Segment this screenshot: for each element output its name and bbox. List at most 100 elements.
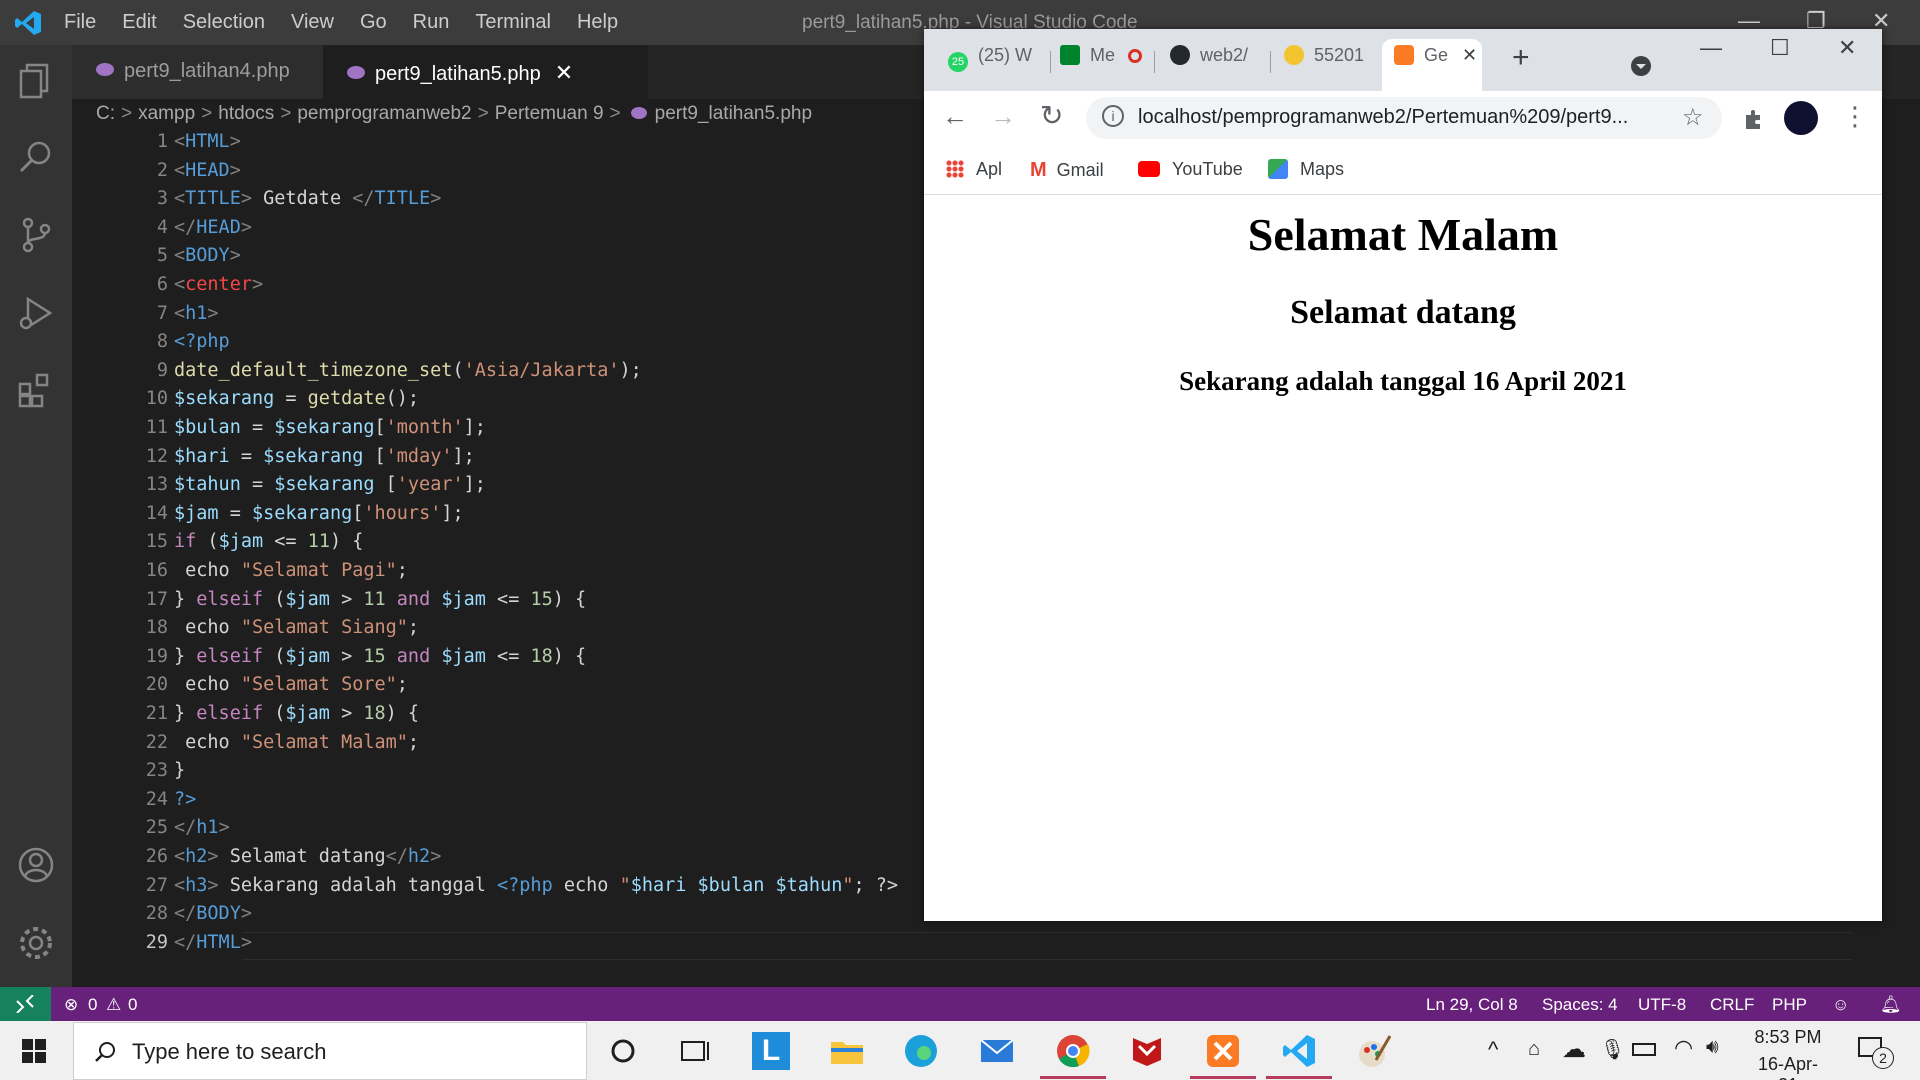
tab-search-icon[interactable]: [1630, 55, 1652, 77]
language-mode[interactable]: PHP: [1772, 995, 1807, 1015]
menu-file[interactable]: File: [64, 11, 96, 34]
breadcrumb-item[interactable]: xampp: [138, 103, 195, 124]
browser-tab-meet[interactable]: Me: [1060, 45, 1143, 77]
php-file-icon: [630, 107, 647, 119]
vscode-taskbar-icon[interactable]: [1280, 1032, 1318, 1070]
line-number: 3: [156, 188, 168, 210]
explorer-icon[interactable]: [16, 60, 56, 100]
cortana-icon[interactable]: [604, 1032, 642, 1070]
menu-view[interactable]: View: [291, 11, 334, 34]
address-bar[interactable]: i localhost/pemprogramanweb2/Pertemuan%2…: [1086, 97, 1722, 139]
line-number: 26: [145, 846, 168, 867]
clock[interactable]: 8:53 PM 16-Apr-21: [1748, 1027, 1828, 1080]
extensions-icon[interactable]: [16, 370, 56, 410]
source-control-icon[interactable]: [16, 215, 56, 255]
code-text: </HEAD>: [174, 216, 252, 238]
remote-indicator[interactable]: [0, 987, 51, 1021]
notifications-bell-icon[interactable]: 🔔︎: [1880, 995, 1902, 1015]
chrome-icon[interactable]: [1054, 1032, 1092, 1070]
menu-terminal[interactable]: Terminal: [475, 11, 551, 34]
line-number: 11: [145, 417, 168, 438]
running-indicator: [1266, 1076, 1332, 1079]
menu-help[interactable]: Help: [577, 11, 618, 34]
bookmark-star-icon[interactable]: ☆: [1682, 103, 1704, 132]
errors-icon[interactable]: ⊗: [64, 995, 78, 1015]
menu-run[interactable]: Run: [413, 11, 450, 34]
onedrive-icon[interactable]: ☁: [1562, 1035, 1586, 1064]
menu-edit[interactable]: Edit: [122, 11, 156, 34]
current-line-highlight: [242, 931, 1852, 960]
tab-pert9-latihan5[interactable]: pert9_latihan5.php ✕: [323, 45, 648, 99]
wifi-icon[interactable]: ◠: [1674, 1035, 1693, 1061]
paint-icon[interactable]: [1354, 1032, 1392, 1070]
windows-start-icon[interactable]: [22, 1039, 46, 1063]
browser-maximize-icon[interactable]: ☐: [1770, 35, 1790, 61]
settings-gear-icon[interactable]: [16, 923, 56, 963]
browser-tab-whatsapp[interactable]: 25 (25) W: [948, 45, 1032, 77]
close-browser-tab-icon[interactable]: ✕: [1462, 45, 1477, 65]
code-text: $tahun = $sekarang ['year'];: [174, 474, 486, 496]
tab-divider: [1270, 51, 1271, 73]
bookmark-apps[interactable]: Apl: [946, 159, 1002, 180]
browser-close-icon[interactable]: ✕: [1838, 35, 1856, 61]
chrome-menu-icon[interactable]: ⋮: [1842, 101, 1868, 132]
line-ending[interactable]: CRLF: [1710, 995, 1754, 1015]
menu-go[interactable]: Go: [360, 11, 387, 34]
error-count[interactable]: 0: [88, 995, 97, 1015]
microphone-icon[interactable]: 🎙︎: [1600, 1037, 1625, 1062]
reload-icon[interactable]: ↻: [1040, 99, 1063, 132]
bookmark-label: Apl: [976, 159, 1003, 179]
mcafee-icon[interactable]: [1128, 1032, 1166, 1070]
forward-arrow-icon[interactable]: →: [990, 101, 1016, 132]
browser-tab-label: Ge: [1424, 45, 1449, 65]
file-explorer-icon[interactable]: [828, 1032, 866, 1070]
accounts-icon[interactable]: [16, 845, 56, 885]
taskbar-search-input[interactable]: Type here to search: [73, 1022, 587, 1080]
bookmark-gmail[interactable]: M Gmail: [1030, 159, 1104, 182]
breadcrumb-item[interactable]: pert9_latihan5.php: [655, 103, 812, 124]
extensions-puzzle-icon[interactable]: [1742, 107, 1766, 131]
search-icon[interactable]: [16, 137, 56, 177]
encoding[interactable]: UTF-8: [1638, 995, 1686, 1015]
browser-tab-55201[interactable]: 55201: [1284, 45, 1364, 77]
cursor-position[interactable]: Ln 29, Col 8: [1426, 995, 1518, 1015]
back-arrow-icon[interactable]: ←: [942, 101, 968, 132]
browser-tab-github[interactable]: web2/: [1170, 45, 1248, 77]
profile-avatar[interactable]: [1784, 101, 1818, 135]
action-center-icon[interactable]: 2: [1856, 1033, 1894, 1069]
breadcrumb-item[interactable]: C:: [96, 103, 115, 124]
tab-label: pert9_latihan5.php: [375, 63, 541, 85]
browser-minimize-icon[interactable]: —: [1700, 35, 1722, 61]
mail-icon[interactable]: [978, 1032, 1016, 1070]
run-debug-icon[interactable]: [16, 293, 56, 333]
feedback-icon[interactable]: ☺: [1832, 995, 1849, 1015]
xampp-taskbar-icon[interactable]: [1204, 1032, 1242, 1070]
show-hidden-icons[interactable]: ^: [1488, 1037, 1498, 1063]
code-text: </BODY>: [174, 903, 252, 925]
bookmark-maps[interactable]: Maps: [1268, 159, 1344, 180]
close-tab-icon[interactable]: ✕: [555, 60, 573, 85]
menu-selection[interactable]: Selection: [183, 11, 265, 34]
bookmark-youtube[interactable]: YouTube: [1138, 159, 1243, 180]
breadcrumb-item[interactable]: htdocs: [218, 103, 274, 124]
tab-label: pert9_latihan4.php: [124, 60, 290, 82]
indentation[interactable]: Spaces: 4: [1542, 995, 1618, 1015]
code-line[interactable]: 29 </HTML>: [72, 931, 1920, 961]
meet-now-icon[interactable]: ⌂: [1528, 1038, 1540, 1061]
code-text: } elseif ($jam > 18) {: [174, 703, 420, 724]
battery-icon[interactable]: [1632, 1043, 1656, 1056]
breadcrumb-item[interactable]: Pertemuan 9: [495, 103, 604, 124]
breadcrumb-item[interactable]: pemprogramanweb2: [297, 103, 471, 124]
tab-pert9-latihan4[interactable]: pert9_latihan4.php: [72, 45, 323, 99]
task-view-icon[interactable]: [676, 1032, 714, 1070]
browser-tab-label: 55201: [1314, 45, 1365, 65]
warning-count[interactable]: 0: [128, 995, 137, 1015]
line-number: 6: [156, 274, 168, 295]
edge-icon[interactable]: [902, 1032, 940, 1070]
volume-icon[interactable]: 🔊︎: [1706, 1036, 1719, 1059]
app-l-icon[interactable]: L: [752, 1032, 790, 1070]
new-tab-button[interactable]: +: [1512, 41, 1530, 75]
browser-tab-getdate[interactable]: Ge ✕: [1382, 39, 1482, 91]
site-info-icon[interactable]: i: [1102, 105, 1124, 127]
warnings-icon[interactable]: ⚠: [106, 995, 121, 1015]
